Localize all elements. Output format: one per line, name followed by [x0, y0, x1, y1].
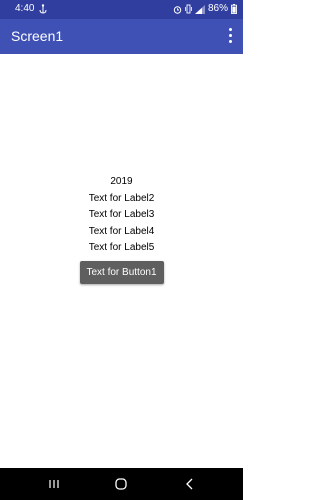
label-5: Text for Label5 [88, 242, 155, 254]
usb-anchor-icon [39, 4, 47, 14]
status-bar: 4:40 86% [0, 0, 243, 19]
status-time: 4:40 [15, 3, 35, 14]
label-1: 2019 [110, 176, 133, 187]
label-stack: 2019 Text for Label2 Text for Label3 Tex… [0, 174, 243, 284]
page-title: Screen1 [11, 28, 64, 44]
button-1[interactable]: Text for Button1 [79, 260, 164, 284]
back-icon[interactable] [183, 477, 197, 491]
label-4: Text for Label4 [88, 225, 155, 237]
battery-icon [231, 4, 237, 14]
system-nav-bar [0, 468, 243, 500]
label-2: Text for Label2 [88, 192, 155, 204]
label-3: Text for Label3 [88, 209, 155, 221]
alarm-icon [173, 5, 182, 14]
home-icon[interactable] [114, 477, 128, 491]
recents-icon[interactable] [47, 477, 61, 491]
main-content: 2019 Text for Label2 Text for Label3 Tex… [0, 54, 243, 468]
signal-icon [194, 4, 205, 14]
vibrate-icon [185, 4, 192, 14]
app-bar: Screen1 [0, 19, 243, 54]
status-icons: 86% [173, 3, 237, 15]
overflow-menu-icon[interactable] [226, 27, 236, 45]
battery-percentage: 86% [207, 3, 228, 14]
